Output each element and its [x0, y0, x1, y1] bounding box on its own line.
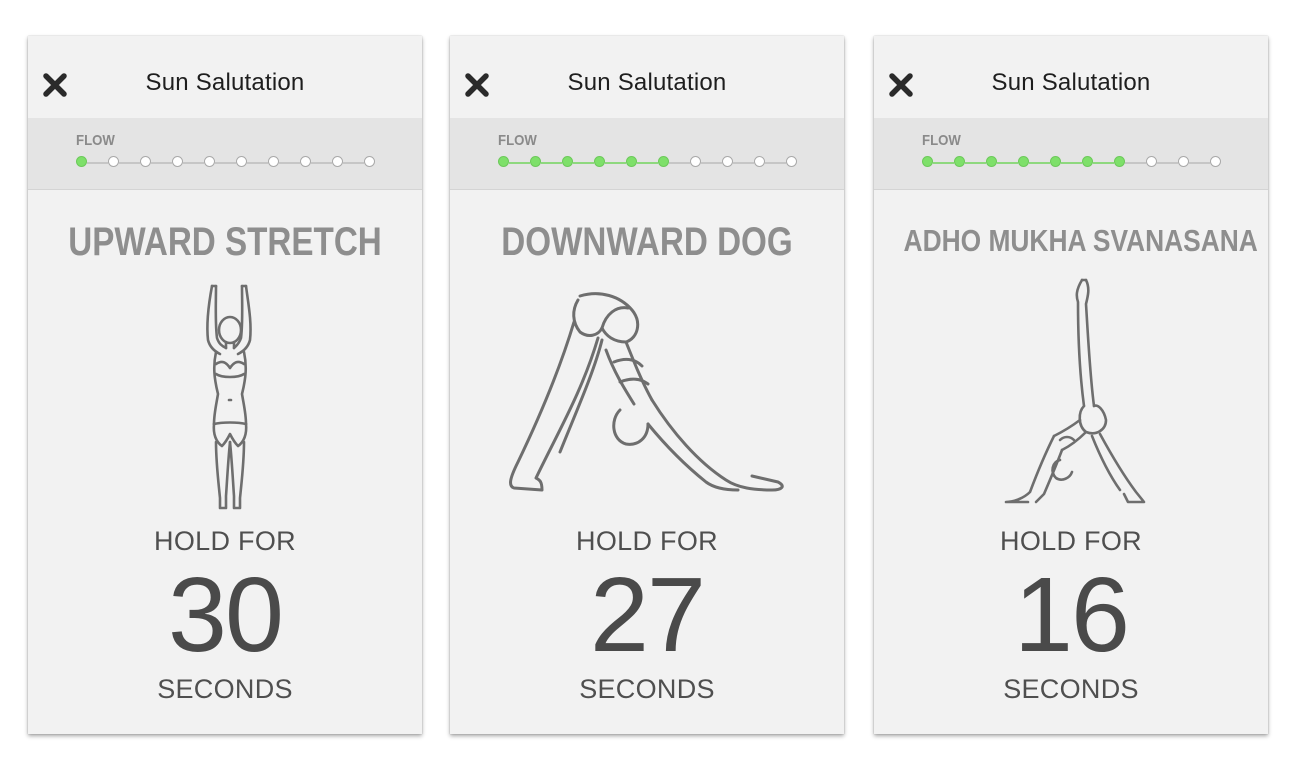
- flow-step-pending: [108, 156, 119, 167]
- flow-step-pending: [786, 156, 797, 167]
- screen-card-adho-mukha-svanasana: Sun Salutation FLOW ADHO MUKHA SVANASANA: [874, 36, 1268, 734]
- flow-progress-track: [76, 156, 378, 170]
- pose-name: DOWNWARD DOG: [501, 220, 793, 264]
- header-bar: Sun Salutation: [874, 36, 1268, 119]
- flow-step-pending: [172, 156, 183, 167]
- flow-step-pending: [364, 156, 375, 167]
- flow-label: FLOW: [76, 132, 115, 149]
- flow-step-completed: [1114, 156, 1125, 167]
- flow-progress-track: [498, 156, 800, 170]
- flow-step-connector: [1093, 162, 1114, 164]
- flow-step-pending: [300, 156, 311, 167]
- flow-step-connector: [151, 162, 172, 164]
- flow-step-connector: [311, 162, 332, 164]
- flow-step-connector: [1125, 162, 1146, 164]
- hold-label: HOLD FOR: [154, 526, 296, 556]
- downward-dog-figure-icon: [509, 292, 784, 492]
- hold-unit: SECONDS: [1003, 674, 1139, 704]
- flow-step-connector: [541, 162, 562, 164]
- flow-step-pending: [754, 156, 765, 167]
- flow-step-completed: [986, 156, 997, 167]
- flow-step-connector: [605, 162, 626, 164]
- header-bar: Sun Salutation: [450, 36, 844, 119]
- hold-timer-value: 16: [1014, 556, 1130, 674]
- hold-timer-value: 30: [168, 556, 284, 674]
- flow-step-pending: [268, 156, 279, 167]
- flow-progress-bar: FLOW: [874, 118, 1268, 190]
- screen-title: Sun Salutation: [567, 69, 727, 96]
- flow-step-connector: [701, 162, 722, 164]
- flow-step-pending: [332, 156, 343, 167]
- screen-title: Sun Salutation: [145, 69, 305, 96]
- flow-step-connector: [669, 162, 690, 164]
- flow-label: FLOW: [922, 132, 961, 149]
- flow-step-connector: [1029, 162, 1050, 164]
- flow-step-pending: [236, 156, 247, 167]
- flow-step-completed: [922, 156, 933, 167]
- flow-step-completed: [1082, 156, 1093, 167]
- flow-step-connector: [119, 162, 140, 164]
- flow-progress-track: [922, 156, 1224, 170]
- flow-step-connector: [87, 162, 108, 164]
- flow-step-pending: [140, 156, 151, 167]
- pose-name: ADHO MUKHA SVANASANA: [903, 223, 1258, 258]
- flow-step-connector: [183, 162, 204, 164]
- flow-step-connector: [1189, 162, 1210, 164]
- flow-step-pending: [1210, 156, 1221, 167]
- flow-step-connector: [247, 162, 268, 164]
- flow-step-connector: [509, 162, 530, 164]
- screen-card-upward-stretch: Sun Salutation FLOW UPWARD STRETCH HOLD …: [28, 36, 422, 734]
- flow-step-completed: [1050, 156, 1061, 167]
- flow-step-completed: [562, 156, 573, 167]
- flow-label: FLOW: [498, 132, 537, 149]
- flow-step-completed: [76, 156, 87, 167]
- flow-step-pending: [722, 156, 733, 167]
- flow-step-pending: [1146, 156, 1157, 167]
- flow-step-connector: [279, 162, 300, 164]
- flow-step-completed: [530, 156, 541, 167]
- hold-timer-value: 27: [590, 556, 706, 674]
- flow-progress-bar: FLOW: [450, 118, 844, 190]
- pose-name: UPWARD STRETCH: [68, 220, 382, 264]
- three-legged-dog-figure-icon: [1004, 278, 1146, 504]
- flow-step-connector: [733, 162, 754, 164]
- flow-step-connector: [765, 162, 786, 164]
- hold-unit: SECONDS: [157, 674, 293, 704]
- flow-step-pending: [1178, 156, 1189, 167]
- flow-step-completed: [594, 156, 605, 167]
- flow-progress-bar: FLOW: [28, 118, 422, 190]
- flow-step-connector: [965, 162, 986, 164]
- hold-label: HOLD FOR: [576, 526, 718, 556]
- flow-step-connector: [573, 162, 594, 164]
- flow-step-completed: [626, 156, 637, 167]
- flow-step-connector: [1157, 162, 1178, 164]
- flow-step-completed: [954, 156, 965, 167]
- header-bar: Sun Salutation: [28, 36, 422, 119]
- hold-unit: SECONDS: [579, 674, 715, 704]
- flow-step-connector: [343, 162, 364, 164]
- flow-step-connector: [215, 162, 236, 164]
- flow-step-pending: [204, 156, 215, 167]
- screen-title: Sun Salutation: [991, 69, 1151, 96]
- flow-step-connector: [933, 162, 954, 164]
- flow-step-completed: [1018, 156, 1029, 167]
- screen-card-downward-dog: Sun Salutation FLOW DOWNWARD DOG HOLD FO…: [450, 36, 844, 734]
- screens-showcase: Sun Salutation FLOW UPWARD STRETCH HOLD …: [0, 0, 1292, 768]
- flow-step-connector: [1061, 162, 1082, 164]
- hold-label: HOLD FOR: [1000, 526, 1142, 556]
- flow-step-completed: [658, 156, 669, 167]
- upward-stretch-figure-icon: [206, 284, 252, 510]
- flow-step-completed: [498, 156, 509, 167]
- flow-step-pending: [690, 156, 701, 167]
- flow-step-connector: [997, 162, 1018, 164]
- flow-step-connector: [637, 162, 658, 164]
